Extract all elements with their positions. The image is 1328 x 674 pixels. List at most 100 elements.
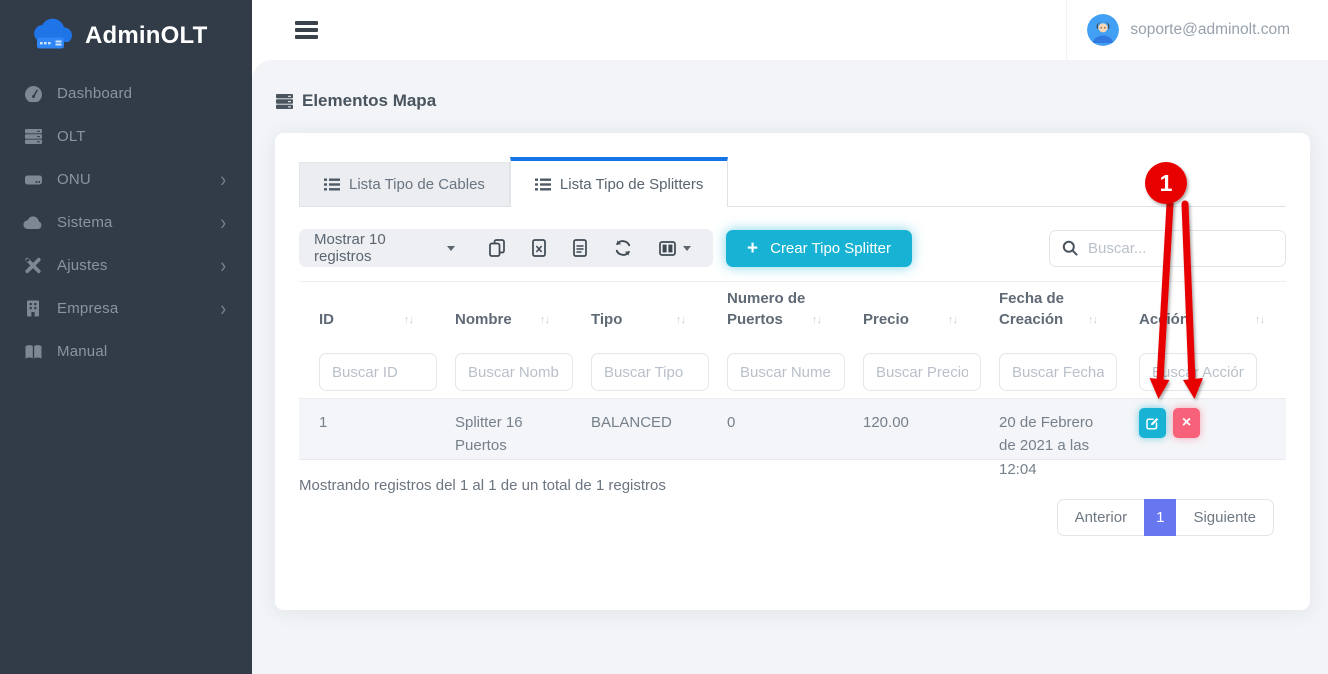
search-icon	[1062, 240, 1078, 256]
sort-icon[interactable]: ↑↓	[1088, 313, 1097, 330]
column-header-precio[interactable]: Precio ↑↓	[843, 282, 979, 343]
filter-fecha-input[interactable]	[999, 353, 1117, 391]
sort-icon[interactable]: ↑↓	[812, 313, 821, 330]
sidebar-nav: Dashboard OLT	[0, 72, 252, 373]
sidebar-item-label: Ajustes	[57, 257, 220, 274]
sidebar-toggle-hamburger-icon[interactable]	[295, 18, 318, 43]
brand-title: AdminOLT	[85, 22, 207, 50]
cloud-icon	[22, 214, 44, 232]
chevron-right-icon: ›	[220, 169, 226, 190]
cell-puertos: 0	[707, 399, 843, 481]
create-tipo-splitter-button[interactable]: + Crear Tipo Splitter	[726, 230, 912, 267]
cell-precio: 120.00	[843, 399, 979, 481]
export-tools	[489, 239, 691, 257]
sidebar-item-olt[interactable]: OLT	[0, 115, 252, 158]
sidebar-item-label: Empresa	[57, 300, 220, 317]
sidebar-item-empresa[interactable]: Empresa ›	[0, 287, 252, 330]
server-stack-icon	[275, 93, 294, 110]
chevron-right-icon: ›	[220, 298, 226, 319]
brand-link[interactable]: AdminOLT	[0, 0, 252, 58]
filter-tipo-input[interactable]	[591, 353, 709, 391]
sort-icon[interactable]: ↑↓	[948, 313, 957, 330]
edit-button[interactable]	[1139, 408, 1166, 438]
sidebar-item-dashboard[interactable]: Dashboard	[0, 72, 252, 115]
column-header-numero-de-puertos[interactable]: Numero de Puertos ↑↓	[707, 282, 843, 343]
list-icon	[324, 178, 340, 191]
tab-label: Lista Tipo de Splitters	[560, 176, 703, 193]
table-search	[1049, 230, 1286, 267]
sidebar-item-label: Sistema	[57, 214, 220, 231]
tab-lista-tipo-de-splitters[interactable]: Lista Tipo de Splitters	[510, 157, 728, 207]
delete-button[interactable]: ×	[1173, 408, 1200, 438]
pagination-prev-button[interactable]: Anterior	[1057, 499, 1145, 536]
list-icon	[535, 178, 551, 191]
page-title: Elementos Mapa	[275, 91, 436, 111]
sort-icon[interactable]: ↑↓	[1255, 313, 1264, 330]
chevron-right-icon: ›	[220, 212, 226, 233]
filter-accion-input[interactable]	[1139, 353, 1257, 391]
column-header-tipo[interactable]: Tipo ↑↓	[571, 282, 707, 343]
sidebar-item-manual[interactable]: Manual	[0, 330, 252, 373]
cell-tipo: BALANCED	[571, 399, 707, 481]
user-menu[interactable]: soporte@adminolt.com	[1066, 0, 1328, 60]
excel-file-icon[interactable]	[532, 239, 546, 257]
sort-icon[interactable]: ↑↓	[404, 313, 413, 330]
elementos-mapa-card: Lista Tipo de Cables Lista Tipo de Split…	[275, 133, 1310, 610]
user-email: soporte@adminolt.com	[1130, 21, 1290, 39]
gauge-icon	[22, 85, 44, 103]
pagination: Anterior 1 Siguiente	[1057, 499, 1274, 536]
chevron-right-icon: ›	[220, 255, 226, 276]
caret-down-icon	[683, 246, 691, 251]
sort-icon[interactable]: ↑↓	[676, 313, 685, 330]
edit-pencil-icon	[1146, 417, 1159, 430]
columns-icon	[659, 241, 676, 256]
create-button-label: Crear Tipo Splitter	[770, 240, 891, 257]
tab-lista-tipo-de-cables[interactable]: Lista Tipo de Cables	[299, 162, 510, 206]
filter-nombre-input[interactable]	[455, 353, 573, 391]
adminolt-logo-icon	[30, 18, 76, 54]
sidebar-item-label: Manual	[57, 343, 226, 360]
tools-icon	[22, 257, 44, 275]
copy-icon[interactable]	[489, 239, 505, 257]
table-info-text: Mostrando registros del 1 al 1 de un tot…	[299, 477, 666, 494]
caret-down-icon	[447, 246, 455, 251]
table-filter-row	[299, 346, 1286, 398]
filter-puertos-input[interactable]	[727, 353, 845, 391]
sidebar-item-label: Dashboard	[57, 85, 226, 102]
table-row: 1 Splitter 16 Puertos BALANCED 0 120.00 …	[299, 398, 1286, 460]
cell-actions: ×	[1119, 399, 1286, 481]
book-icon	[22, 343, 44, 361]
column-header-fecha-de-creacion[interactable]: Fecha de Creación ↑↓	[979, 282, 1119, 343]
sidebar-item-label: ONU	[57, 171, 220, 188]
plus-icon: +	[747, 239, 758, 258]
column-header-nombre[interactable]: Nombre ↑↓	[435, 282, 571, 343]
main-content: Elementos Mapa Lista Tipo de Cables	[252, 60, 1328, 674]
show-entries-label: Mostrar 10 registros	[314, 231, 439, 265]
sidebar: AdminOLT Dashboard	[0, 0, 252, 674]
column-header-accion[interactable]: Acción ↑↓	[1119, 282, 1286, 343]
tools-group: Mostrar 10 registros	[299, 229, 713, 267]
user-avatar	[1087, 14, 1119, 46]
column-visibility-dropdown[interactable]	[659, 241, 691, 256]
sidebar-item-label: OLT	[57, 128, 226, 145]
sidebar-item-ajustes[interactable]: Ajustes ›	[0, 244, 252, 287]
search-input[interactable]	[1088, 240, 1273, 257]
cell-id: 1	[299, 399, 435, 481]
filter-precio-input[interactable]	[863, 353, 981, 391]
top-header: soporte@adminolt.com	[252, 0, 1328, 60]
refresh-icon[interactable]	[614, 239, 632, 257]
sort-icon[interactable]: ↑↓	[540, 313, 549, 330]
column-header-id[interactable]: ID ↑↓	[299, 282, 435, 343]
table-toolbar: Mostrar 10 registros	[299, 229, 1286, 267]
pagination-next-button[interactable]: Siguiente	[1176, 499, 1274, 536]
sidebar-item-sistema[interactable]: Sistema ›	[0, 201, 252, 244]
show-entries-dropdown[interactable]: Mostrar 10 registros	[314, 231, 455, 265]
tab-label: Lista Tipo de Cables	[349, 176, 485, 193]
filter-id-input[interactable]	[319, 353, 437, 391]
pagination-page-1[interactable]: 1	[1144, 499, 1176, 536]
tab-bar: Lista Tipo de Cables Lista Tipo de Split…	[299, 157, 1286, 207]
cell-nombre: Splitter 16 Puertos	[435, 399, 571, 481]
document-file-icon[interactable]	[573, 239, 587, 257]
sidebar-item-onu[interactable]: ONU ›	[0, 158, 252, 201]
server-icon	[22, 128, 44, 146]
